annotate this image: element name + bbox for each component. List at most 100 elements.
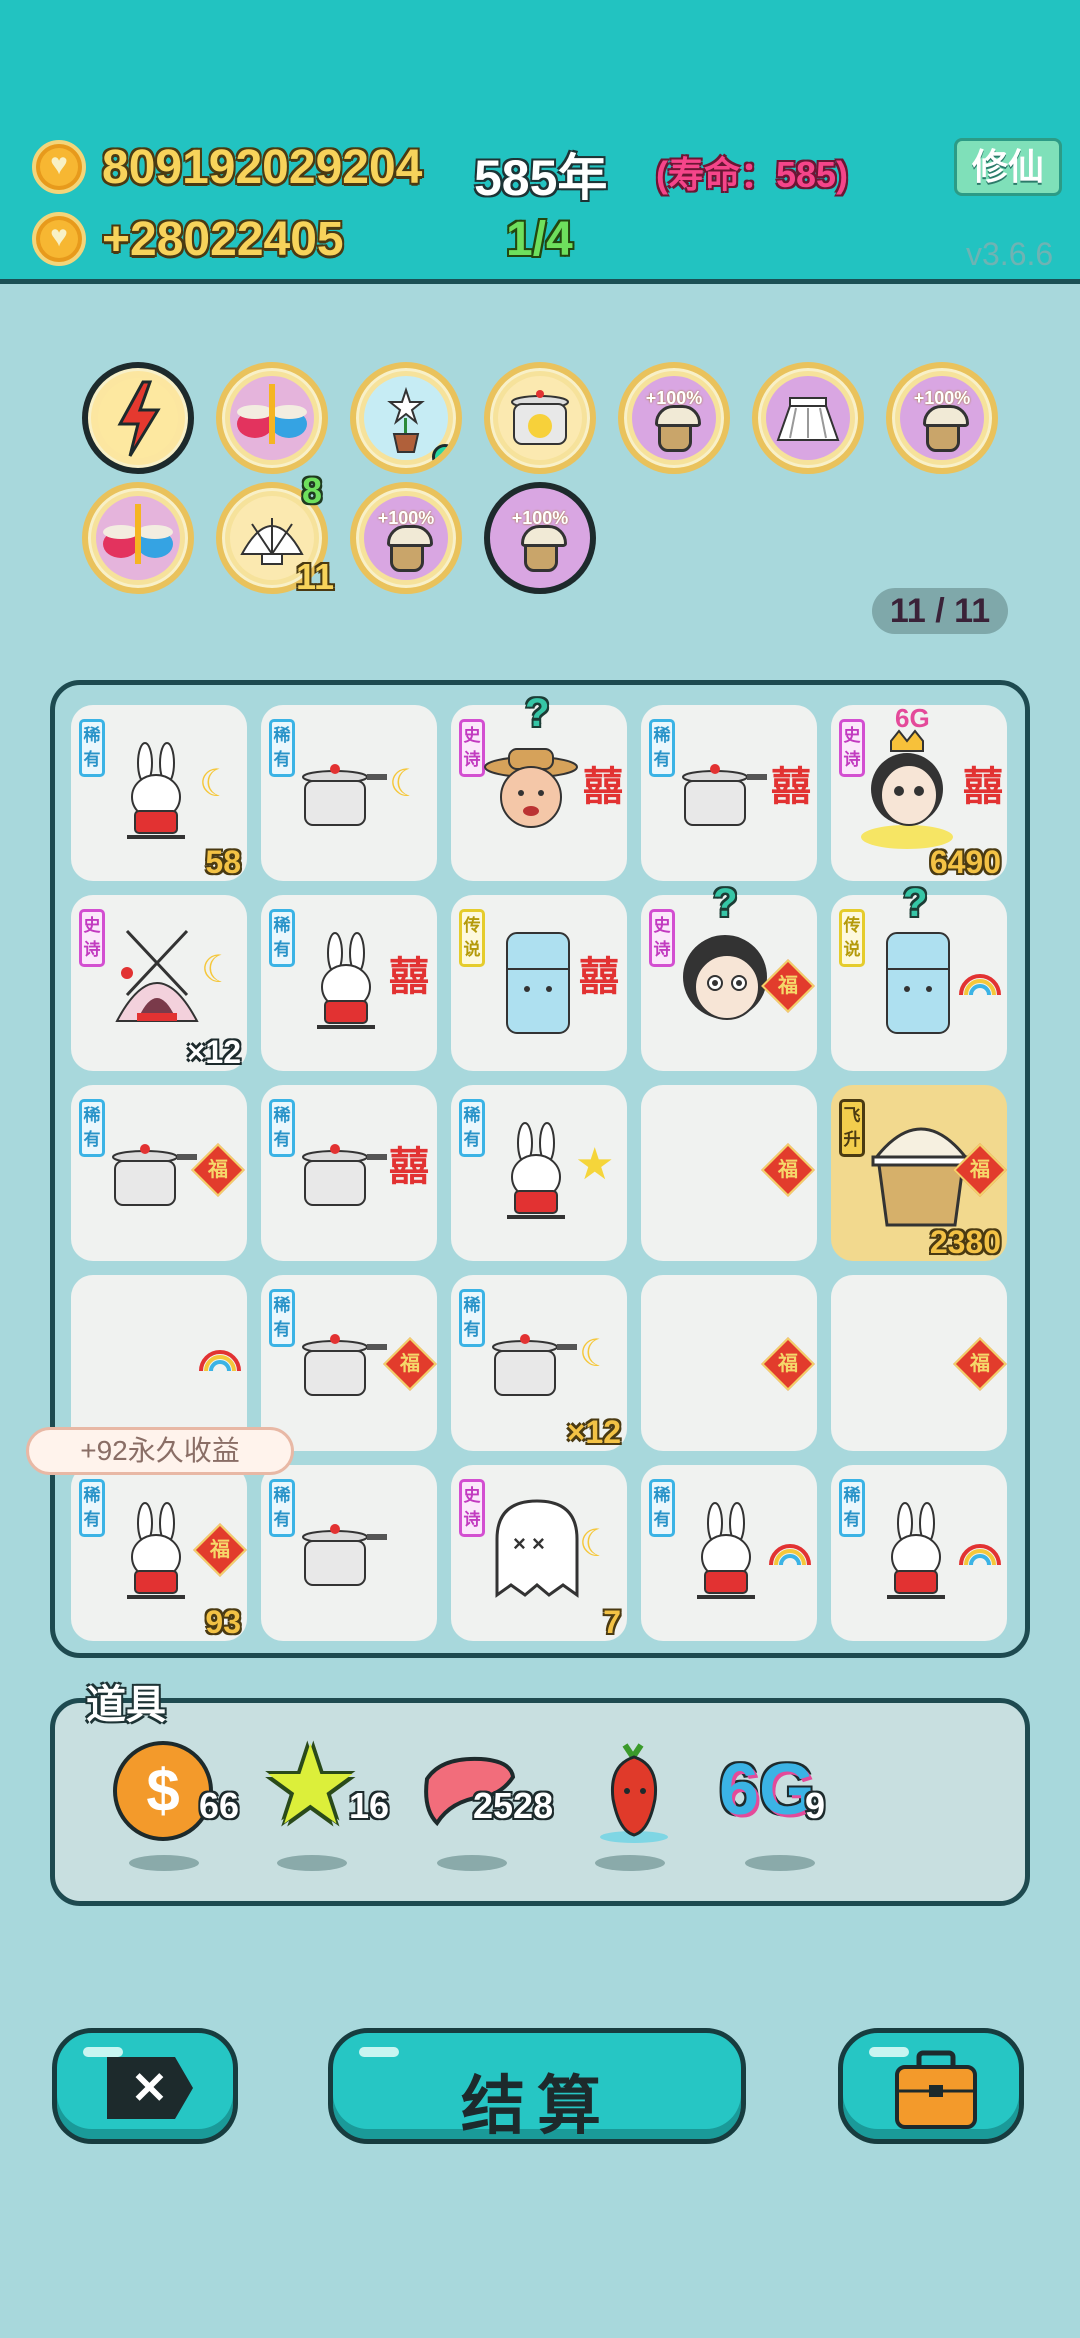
bag-button[interactable] xyxy=(838,2028,1024,2144)
cell-r4-c0[interactable]: 稀有 福 93 xyxy=(71,1465,247,1641)
bucket-icon xyxy=(655,405,701,452)
shadow xyxy=(277,1855,347,1871)
cell-r4-c3[interactable]: 稀有 xyxy=(641,1465,817,1641)
rarity-tag: 稀有 xyxy=(269,909,295,967)
question-mark-icon: ? xyxy=(903,881,928,925)
buff-flower-pot[interactable] xyxy=(350,362,462,474)
question-mark-icon: ? xyxy=(713,881,738,925)
cell-r2-c1[interactable]: 稀有 囍 xyxy=(261,1085,437,1261)
item-board: 稀有 ☾ 58 稀有 ☾ 史诗 ? 囍 稀有 囍 史诗 6G 囍 6490 史诗… xyxy=(50,680,1030,1658)
rarity-tag: 史诗 xyxy=(649,909,675,967)
cell-r2-c4[interactable]: 飞升 福 2380 xyxy=(831,1085,1007,1261)
prop-chili[interactable] xyxy=(579,1741,689,1881)
cell-r0-c4[interactable]: 史诗 6G 囍 6490 xyxy=(831,705,1007,881)
cell-r1-c4[interactable]: 传说 ? xyxy=(831,881,1007,1071)
moon-icon: ☾ xyxy=(389,763,424,805)
buff-skirt[interactable] xyxy=(752,362,864,474)
cell-r1-c1[interactable]: 稀有 囍 xyxy=(261,895,437,1071)
rarity-tag: 史诗 xyxy=(79,909,105,967)
cell-count: 6490 xyxy=(929,844,1001,880)
bunny-icon xyxy=(317,932,375,1029)
buff-duck-pot[interactable] xyxy=(484,362,596,474)
pressure-cooker-icon xyxy=(112,1144,197,1206)
fu-charm-icon: 福 xyxy=(193,1523,247,1577)
close-icon: ✕ xyxy=(107,2057,193,2119)
duck-pot-icon xyxy=(511,390,569,445)
cell-r3-c3[interactable]: 福 xyxy=(641,1275,817,1451)
income-tooltip: +92永久收益 xyxy=(26,1427,294,1475)
buff-shell-count-bottom: 11 xyxy=(296,556,335,597)
cell-r4-c1[interactable]: 稀有 xyxy=(261,1465,437,1641)
xiuxian-button[interactable]: 修仙 xyxy=(954,138,1062,196)
cell-r2-c3[interactable]: 福 xyxy=(641,1085,817,1261)
settle-label: 结算 xyxy=(461,2070,613,2142)
bunny-tent-icon xyxy=(115,929,199,1022)
moon-icon: ☾ xyxy=(201,949,236,991)
double-happiness-icon: 囍 xyxy=(579,955,619,999)
prop-count: 9 xyxy=(805,1785,826,1826)
prop-6g[interactable]: 6G xyxy=(719,1741,849,1881)
buff-bucket-3[interactable]: +100% xyxy=(350,482,462,594)
buff-bucket-4[interactable]: +100% xyxy=(484,482,596,594)
bunny-icon xyxy=(697,1502,755,1599)
chili-icon xyxy=(600,1743,668,1843)
crowned-face-icon xyxy=(861,729,953,849)
cell-count: ×12 xyxy=(186,1034,241,1070)
cell-r1-c3[interactable]: 史诗 ? 福 xyxy=(641,881,817,1071)
cell-r0-c2[interactable]: 史诗 ? 囍 xyxy=(451,691,627,881)
cell-r1-c0[interactable]: 史诗 ☾ ×12 xyxy=(71,895,247,1071)
prop-count: 2528 xyxy=(473,1785,554,1826)
fu-charm-icon: 福 xyxy=(761,1337,815,1391)
cell-count: 7 xyxy=(603,1604,621,1640)
coin-icon xyxy=(32,212,86,266)
cell-r0-c1[interactable]: 稀有 ☾ xyxy=(261,705,437,881)
props-panel: $ 66 ★ 16 2528 6G 9 xyxy=(50,1698,1030,1906)
cell-r0-c3[interactable]: 稀有 囍 xyxy=(641,705,817,881)
buff-bucket-2[interactable]: +100% xyxy=(886,362,998,474)
buff-rice-bowls[interactable] xyxy=(216,362,328,474)
cell-r3-c4[interactable]: 福 xyxy=(831,1275,1007,1451)
pressure-cooker-icon xyxy=(302,1334,387,1396)
pressure-cooker-icon xyxy=(682,764,767,826)
moon-icon: ☾ xyxy=(579,1523,614,1565)
bunny-icon xyxy=(127,742,185,839)
buff-rice-bowls-2[interactable] xyxy=(82,482,194,594)
cell-r4-c4[interactable]: 稀有 xyxy=(831,1465,1007,1641)
buff-lightning[interactable] xyxy=(82,362,194,474)
fridge-icon xyxy=(886,932,950,1034)
cell-r0-c0[interactable]: 稀有 ☾ 58 xyxy=(71,705,247,881)
double-happiness-icon: 囍 xyxy=(771,765,811,809)
cell-r1-c2[interactable]: 传说 囍 xyxy=(451,895,627,1071)
buff-shell-count-top: 8 xyxy=(302,470,323,511)
fu-charm-icon: 福 xyxy=(191,1143,245,1197)
cell-count: 93 xyxy=(205,1604,241,1640)
skirt-icon xyxy=(776,397,840,441)
cell-count: 2380 xyxy=(929,1224,1001,1260)
rarity-tag: 传说 xyxy=(459,909,485,967)
cell-r3-c2[interactable]: 稀有 ☾ ×12 xyxy=(451,1275,627,1451)
cell-r4-c2[interactable]: 史诗 × × ☾ 7 xyxy=(451,1465,627,1641)
rarity-tag: 稀有 xyxy=(459,1099,485,1157)
cell-r3-c0[interactable] xyxy=(71,1275,247,1451)
top-bar: 809192029204 585年 (寿命：585) 修仙 +28022405 … xyxy=(0,0,1080,284)
rarity-tag: 稀有 xyxy=(269,719,295,777)
cell-r2-c2[interactable]: 稀有 ★ xyxy=(451,1085,627,1261)
rainbow-icon xyxy=(769,1544,811,1566)
settle-button[interactable]: 结算 xyxy=(328,2028,746,2144)
close-button[interactable]: ✕ xyxy=(52,2028,238,2144)
bunny-icon xyxy=(127,1502,185,1599)
double-happiness-icon: 囍 xyxy=(963,765,1003,809)
cell-count: ×12 xyxy=(566,1414,621,1450)
rarity-tag: 稀有 xyxy=(459,1289,485,1347)
bucket-icon xyxy=(387,525,433,572)
stage-progress: 1/4 xyxy=(506,213,573,266)
bunny-icon xyxy=(887,1502,945,1599)
pressure-cooker-icon xyxy=(492,1334,577,1396)
svg-text:✕: ✕ xyxy=(131,2064,168,2113)
buff-bucket-1[interactable]: +100% xyxy=(618,362,730,474)
cell-r3-c1[interactable]: 稀有 福 xyxy=(261,1275,437,1451)
version-label: v3.6.6 xyxy=(966,236,1054,272)
rarity-tag: 稀有 xyxy=(269,1479,295,1537)
cell-r2-c0[interactable]: 稀有 福 xyxy=(71,1085,247,1261)
shadow xyxy=(745,1855,815,1871)
